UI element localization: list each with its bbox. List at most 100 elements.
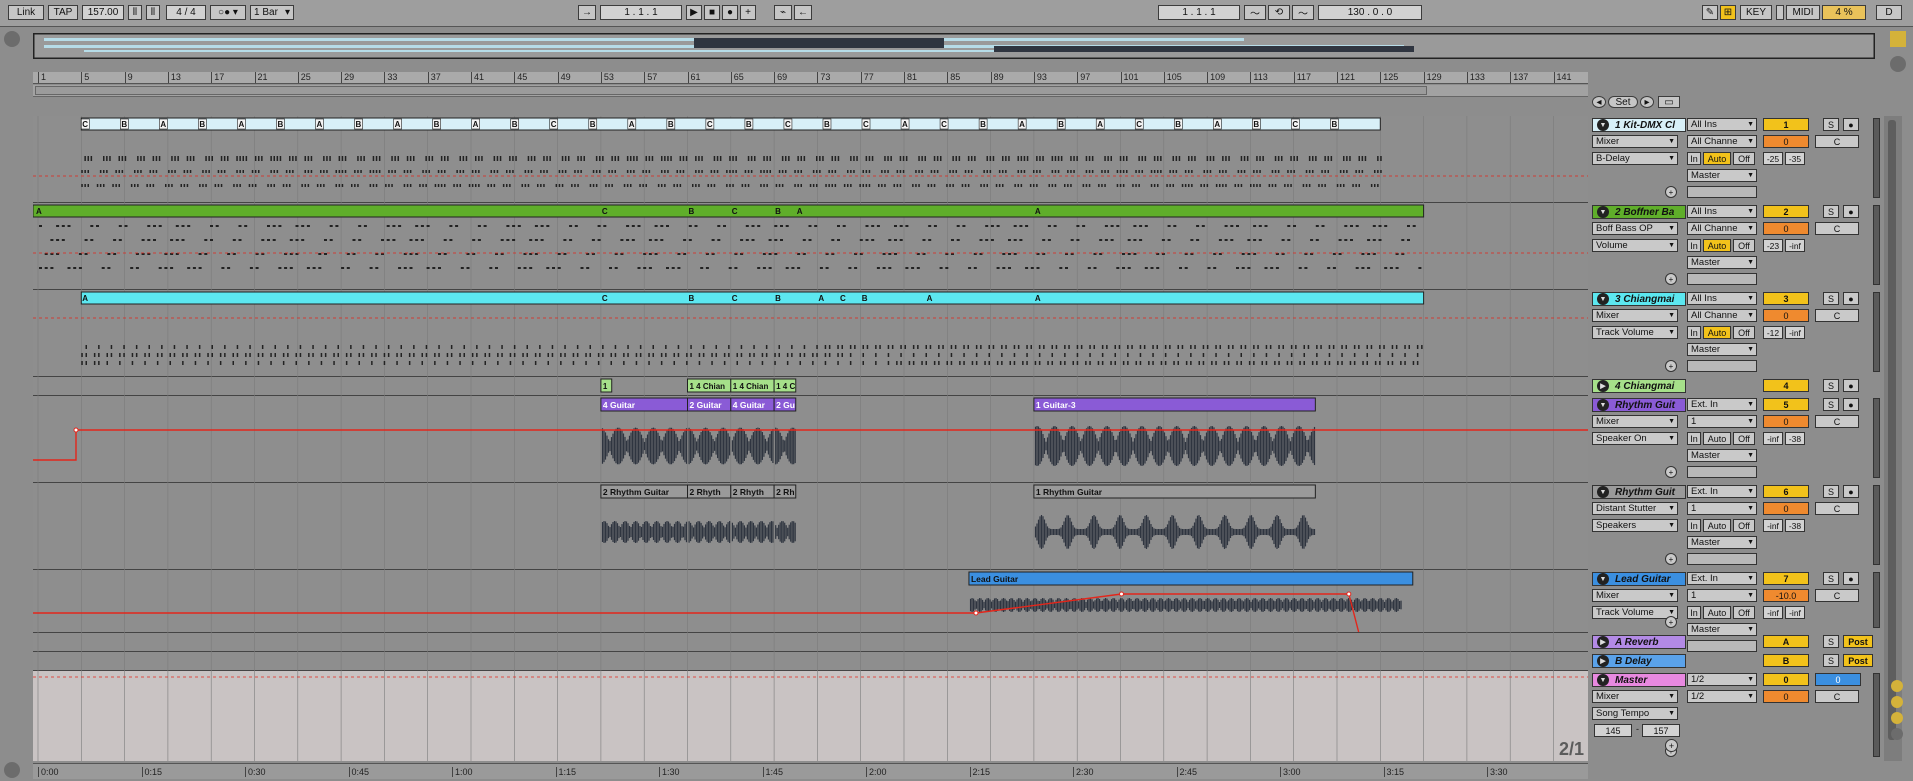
- midi-map-button[interactable]: MIDI: [1786, 5, 1820, 20]
- add-lane-icon[interactable]: +: [1665, 186, 1677, 198]
- bar-ruler[interactable]: 1 5 9 13 17 21 25 29 33 37 41 45 49 53 57 61 65 69 73 77 81 8…: [33, 72, 1588, 84]
- input-type-menu[interactable]: Ext. In ▼: [1687, 398, 1757, 411]
- track-header[interactable]: ▶ B Delay: [1592, 654, 1686, 668]
- automation-param-menu[interactable]: Speaker On ▼: [1592, 432, 1678, 445]
- pre-post-button[interactable]: Post: [1843, 635, 1873, 648]
- tempo-max-field[interactable]: 157: [1642, 724, 1680, 737]
- solo-button[interactable]: S: [1823, 654, 1839, 667]
- loop-switch-icon[interactable]: ⟲: [1268, 5, 1290, 20]
- arrangement-view[interactable]: CBABABABABABCBABCBCBCACBABACBABCBACBCBAA…: [33, 116, 1588, 761]
- track-activator[interactable]: 5: [1763, 398, 1809, 411]
- automation-device-menu[interactable]: Mixer ▼: [1592, 415, 1678, 428]
- record-icon[interactable]: ●: [722, 5, 738, 20]
- link-button[interactable]: Link: [8, 5, 44, 20]
- output-channel-field[interactable]: [1687, 186, 1757, 198]
- solo-button[interactable]: S: [1823, 379, 1839, 392]
- automation-device-menu[interactable]: Mixer ▼: [1592, 135, 1678, 148]
- solo-button[interactable]: S: [1823, 485, 1839, 498]
- track-header[interactable]: ▶ 4 Chiangmai: [1592, 379, 1686, 393]
- input-channel-menu[interactable]: All Channe ▼: [1687, 135, 1757, 148]
- fold-icon[interactable]: ▶: [1597, 655, 1609, 667]
- automation-param-menu[interactable]: Song Tempo ▼: [1592, 707, 1678, 720]
- volume-field[interactable]: 0: [1763, 135, 1809, 148]
- solo-button[interactable]: S: [1823, 635, 1839, 648]
- tap-button[interactable]: TAP: [48, 5, 78, 20]
- track-header[interactable]: ▶ A Reverb: [1592, 635, 1686, 649]
- prev-locator-icon[interactable]: ◂: [1592, 96, 1606, 108]
- input-type-menu[interactable]: All Ins ▼: [1687, 118, 1757, 131]
- monitor-in-button[interactable]: In: [1687, 152, 1701, 165]
- input-type-menu[interactable]: All Ins ▼: [1687, 292, 1757, 305]
- fold-icon[interactable]: ▼: [1597, 293, 1609, 305]
- fold-icon[interactable]: ▼: [1597, 573, 1609, 585]
- time-ruler[interactable]: 0:00 0:15 0:30 0:45 1:00 1:15 1:30 1:45 2:00 2:15…: [33, 763, 1588, 779]
- input-channel-menu[interactable]: All Channe ▼: [1687, 222, 1757, 235]
- monitor-in-button[interactable]: In: [1687, 326, 1701, 339]
- output-menu[interactable]: Master ▼: [1687, 169, 1757, 182]
- vertical-scrollbar[interactable]: [1884, 116, 1902, 761]
- track-activator[interactable]: 7: [1763, 572, 1809, 585]
- next-locator-icon[interactable]: ▸: [1640, 96, 1654, 108]
- pan-field[interactable]: C: [1815, 135, 1859, 148]
- master-out-menu[interactable]: 1/2 ▼: [1687, 690, 1757, 703]
- record-arm-icon[interactable]: ●: [1843, 118, 1859, 131]
- track-header[interactable]: ▼ Rhythm Guit: [1592, 398, 1686, 412]
- time-signature-field[interactable]: 4 / 4: [166, 5, 206, 20]
- track-activator[interactable]: B: [1763, 654, 1809, 667]
- key-map-button[interactable]: KEY: [1740, 5, 1772, 20]
- metronome-button[interactable]: ○● ▾: [210, 5, 246, 20]
- input-channel-menu[interactable]: 1 ▼: [1687, 415, 1757, 428]
- output-menu[interactable]: Master ▼: [1687, 623, 1757, 636]
- track-header[interactable]: ▼ 1 Kit-DMX Cl: [1592, 118, 1686, 132]
- input-channel-menu[interactable]: All Channe ▼: [1687, 309, 1757, 322]
- automation-device-menu[interactable]: Boff Bass OP ▼: [1592, 222, 1678, 235]
- cue-out-menu[interactable]: 1/2 ▼: [1687, 673, 1757, 686]
- overdub-icon[interactable]: +: [740, 5, 756, 20]
- scrollbar-thumb[interactable]: [1888, 120, 1896, 740]
- track-activator[interactable]: 4: [1763, 379, 1809, 392]
- track-header[interactable]: ▼ 2 Boffner Ba: [1592, 205, 1686, 219]
- tempo-min-field[interactable]: 145: [1594, 724, 1632, 737]
- track-header[interactable]: ▼ Master: [1592, 673, 1686, 687]
- returns-toggle-icon[interactable]: [1891, 712, 1903, 724]
- record-arm-icon[interactable]: ●: [1843, 398, 1859, 411]
- volume-field[interactable]: 0: [1763, 690, 1809, 703]
- solo-button[interactable]: S: [1823, 205, 1839, 218]
- record-arm-icon[interactable]: ●: [1843, 572, 1859, 585]
- loop-region[interactable]: [35, 86, 1427, 95]
- follow-icon[interactable]: →: [578, 5, 596, 20]
- monitor-off-button[interactable]: Off: [1733, 152, 1755, 165]
- volume-field[interactable]: -10.0: [1763, 589, 1809, 602]
- automation-param-menu[interactable]: Track Volume ▼: [1592, 606, 1678, 619]
- mixer-toggle2-icon[interactable]: [1891, 728, 1903, 740]
- track-activator[interactable]: A: [1763, 635, 1809, 648]
- monitor-in-button[interactable]: In: [1687, 432, 1701, 445]
- solo-button[interactable]: S: [1823, 292, 1839, 305]
- fold-icon[interactable]: ▼: [1597, 399, 1609, 411]
- track-header[interactable]: ▼ 3 Chiangmai: [1592, 292, 1686, 306]
- loop-length-field[interactable]: 130 . 0 . 0: [1318, 5, 1422, 20]
- input-channel-menu[interactable]: 1 ▼: [1687, 589, 1757, 602]
- input-type-menu[interactable]: All Ins ▼: [1687, 205, 1757, 218]
- monitor-off-button[interactable]: Off: [1733, 326, 1755, 339]
- output-channel-field[interactable]: [1687, 273, 1757, 285]
- automation-device-menu[interactable]: Mixer ▼: [1592, 309, 1678, 322]
- fold-icon[interactable]: ▶: [1597, 636, 1609, 648]
- arrangement-overview[interactable]: [33, 33, 1875, 59]
- automation-param-menu[interactable]: Volume ▼: [1592, 239, 1678, 252]
- fold-icon[interactable]: ▼: [1597, 674, 1609, 686]
- monitor-off-button[interactable]: Off: [1733, 519, 1755, 532]
- input-type-menu[interactable]: Ext. In ▼: [1687, 485, 1757, 498]
- punch-in-icon[interactable]: 〜: [1244, 5, 1266, 20]
- volume-field[interactable]: 0: [1763, 309, 1809, 322]
- song-position-field[interactable]: 1 . 1 . 1: [600, 5, 682, 20]
- automation-arm-icon[interactable]: ⌁: [774, 5, 792, 20]
- mixer-toggle-icon[interactable]: [1890, 56, 1906, 72]
- computer-midi-icon[interactable]: ⊞: [1720, 5, 1736, 20]
- volume-field[interactable]: 0: [1763, 415, 1809, 428]
- input-type-menu[interactable]: Ext. In ▼: [1687, 572, 1757, 585]
- sends-toggle-icon[interactable]: [1891, 696, 1903, 708]
- stop-icon[interactable]: ■: [704, 5, 720, 20]
- add-track-icon[interactable]: +: [1665, 739, 1678, 752]
- track-activator[interactable]: 1: [1763, 118, 1809, 131]
